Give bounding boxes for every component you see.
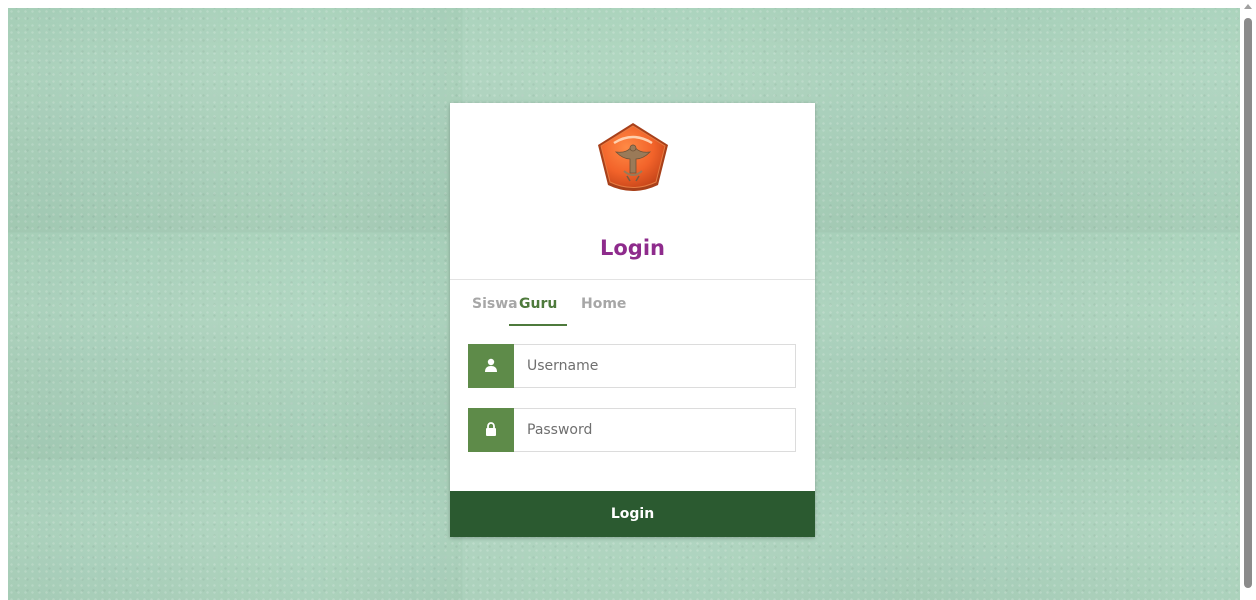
school-emblem-logo (594, 121, 672, 195)
page-background: Login Siswa Guru Home Username Login (8, 8, 1240, 600)
password-field (468, 408, 796, 452)
login-title: Login (600, 236, 665, 260)
scroll-up-arrow-icon[interactable] (1244, 4, 1252, 9)
username-addon (468, 344, 514, 388)
vertical-scrollbar[interactable] (1240, 0, 1256, 600)
login-button[interactable]: Login (450, 491, 815, 537)
password-input[interactable] (515, 409, 795, 451)
password-addon (468, 408, 514, 452)
username-field (468, 344, 796, 388)
tab-guru[interactable]: Guru (509, 296, 568, 326)
lock-icon (486, 422, 496, 436)
username-input[interactable] (515, 345, 795, 387)
scrollbar-thumb[interactable] (1244, 18, 1252, 588)
header-divider (450, 279, 815, 280)
user-icon (485, 358, 497, 372)
tab-home[interactable]: Home (581, 296, 626, 324)
emblem-graphic (598, 123, 668, 191)
login-card: Login Siswa Guru Home Username Login (450, 103, 815, 537)
